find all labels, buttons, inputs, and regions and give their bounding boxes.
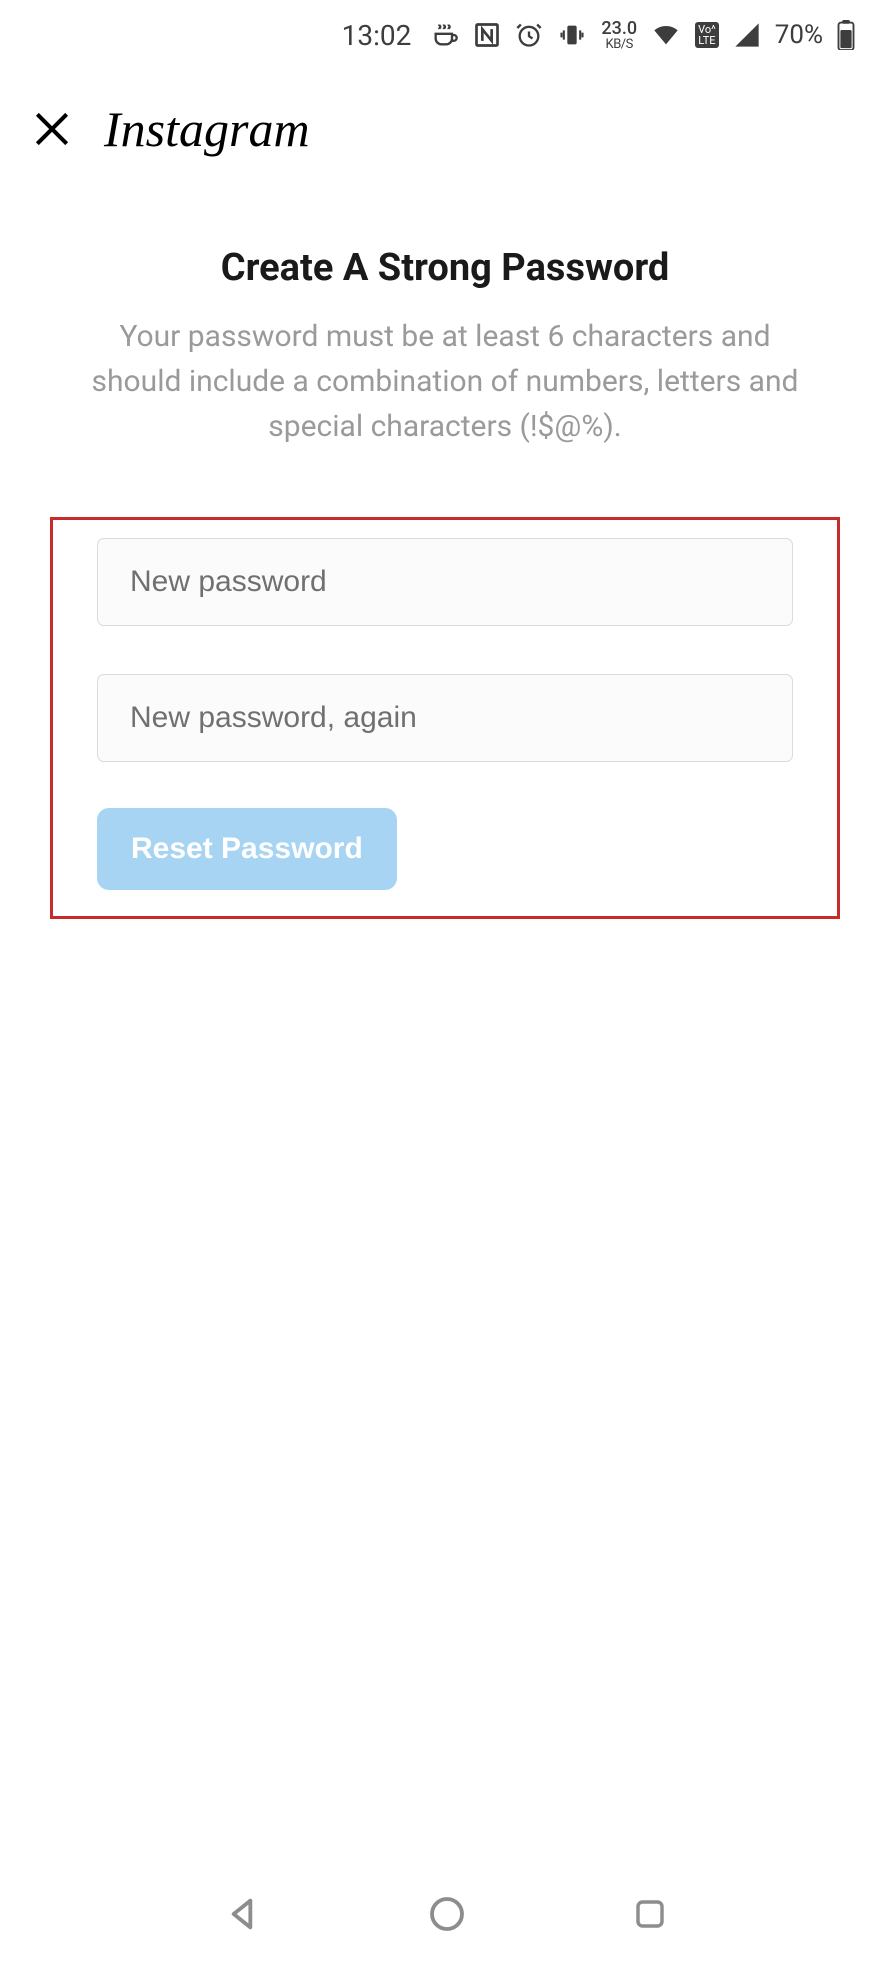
page-title: Create A Strong Password [55,246,835,290]
battery-icon [837,20,855,50]
alarm-icon [515,21,543,49]
nav-recent-button[interactable] [632,1896,668,1936]
nav-back-button[interactable] [222,1894,262,1938]
nfc-icon [473,21,501,49]
vibrate-icon [557,21,587,49]
recent-square-icon [632,1896,668,1932]
close-button[interactable] [30,107,74,151]
close-icon [30,107,74,151]
confirm-password-input[interactable] [97,674,793,762]
wifi-icon [651,21,681,49]
main-content: Create A Strong Password Your password m… [0,168,890,449]
reset-password-button[interactable]: Reset Password [97,808,397,890]
signal-icon [733,21,761,49]
password-form-highlight: Reset Password [50,517,840,919]
volte-bottom: LTE [698,35,715,46]
status-bar: 13:02 23. [0,0,890,70]
page-subtitle: Your password must be at least 6 charact… [55,314,835,449]
coffee-icon [431,21,459,49]
volte-indicator: Vo^ LTE [695,22,719,48]
app-header: Instagram [0,70,890,168]
data-rate-unit: KB/S [606,38,633,51]
nav-home-button[interactable] [427,1894,467,1938]
data-rate-indicator: 23.0 KB/S [601,20,637,51]
home-circle-icon [427,1894,467,1934]
battery-percent: 70% [775,20,823,50]
data-rate-value: 23.0 [601,20,637,38]
new-password-input[interactable] [97,538,793,626]
android-nav-bar [0,1868,890,1978]
status-time: 13:02 [342,19,412,52]
instagram-logo: Instagram [104,100,310,158]
back-triangle-icon [222,1894,262,1934]
status-icons: 23.0 KB/S Vo^ LTE 70% [431,20,855,51]
